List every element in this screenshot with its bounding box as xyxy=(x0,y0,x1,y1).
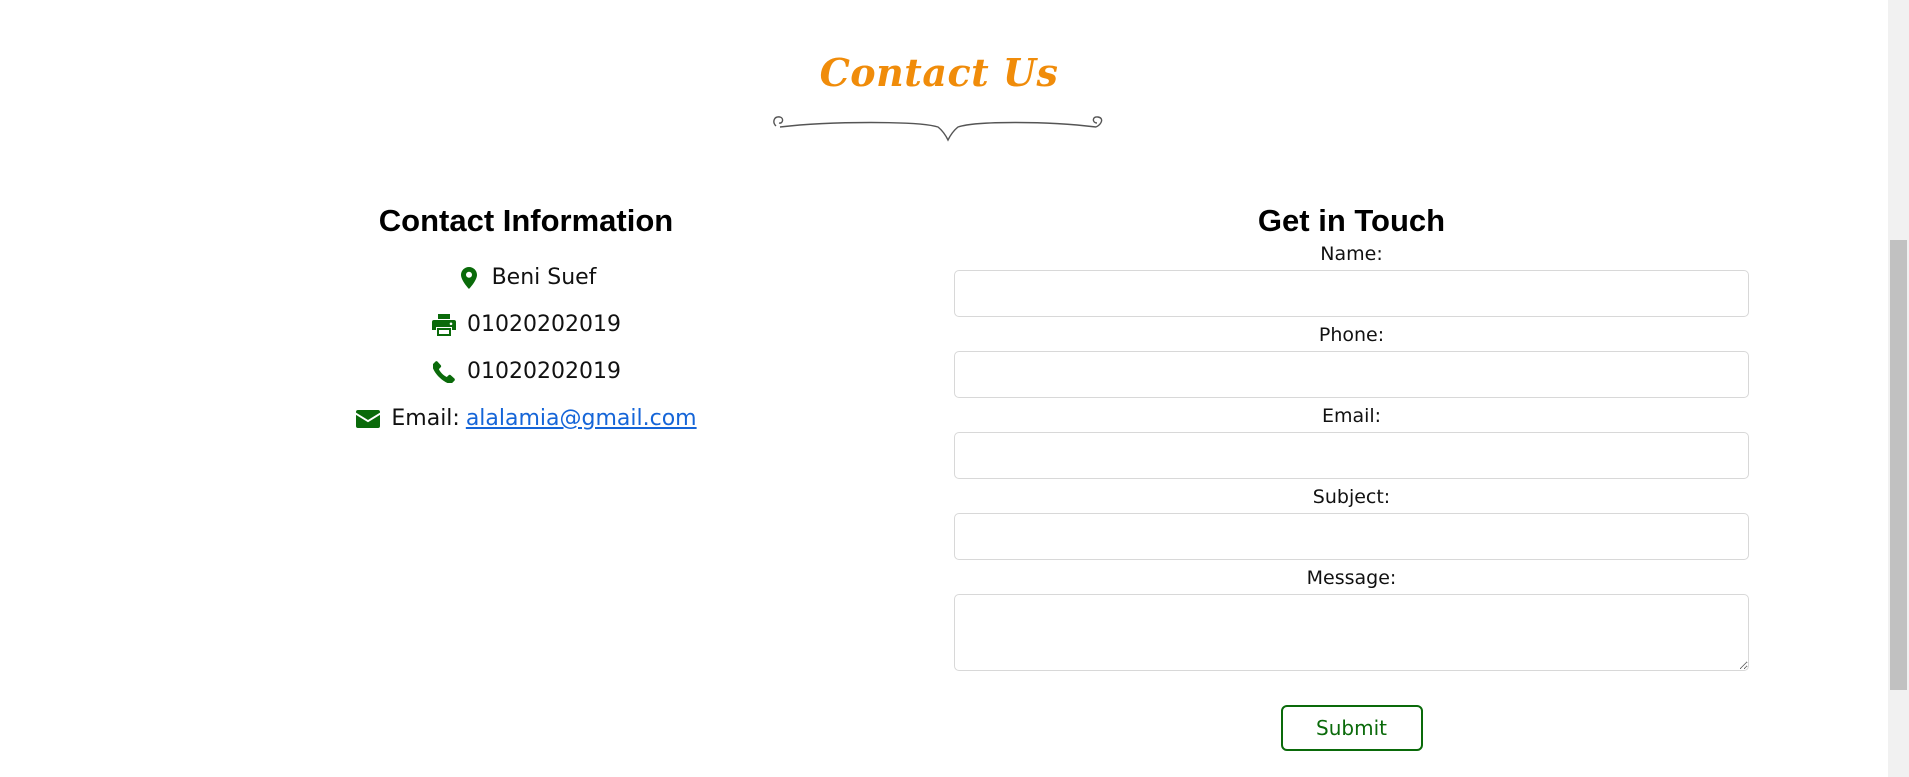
map-marker-icon xyxy=(456,265,482,291)
fax-item: 01020202019 xyxy=(320,301,732,348)
email-item: Email: alalamia@gmail.com xyxy=(320,395,732,442)
get-in-touch-heading: Get in Touch xyxy=(1257,203,1446,238)
email-label: Email: xyxy=(391,406,460,431)
subject-label: Subject: xyxy=(1312,486,1391,508)
phone-label: Phone: xyxy=(1318,324,1385,346)
fax-number-text: 01020202019 xyxy=(467,312,621,337)
contact-form: Name: Phone: Email: Subject: Message: Su… xyxy=(954,242,1749,751)
address-text: Beni Suef xyxy=(491,265,597,290)
submit-wrapper: Submit xyxy=(954,705,1749,751)
phone-item: 01020202019 xyxy=(320,348,732,395)
phone-number-text: 01020202019 xyxy=(467,359,621,384)
phone-icon xyxy=(431,359,457,385)
envelope-icon xyxy=(355,406,381,432)
name-field[interactable] xyxy=(954,270,1749,317)
get-in-touch-section: Get in Touch Name: Phone: Email: Subject… xyxy=(954,200,1749,751)
message-label: Message: xyxy=(1306,567,1397,589)
page-scrollbar[interactable] xyxy=(1888,0,1909,777)
contact-information-heading: Contact Information xyxy=(378,203,674,238)
section-title: Contact Us xyxy=(819,50,1059,95)
title-divider-ornament xyxy=(773,116,1103,142)
printer-icon xyxy=(431,312,457,338)
message-field[interactable] xyxy=(954,594,1749,671)
email-link[interactable]: alalamia@gmail.com xyxy=(466,406,697,431)
contact-info-list: Beni Suef 01020202019 01020202019 Email: xyxy=(320,254,732,442)
email-field-label: Email: xyxy=(1321,405,1382,427)
email-field[interactable] xyxy=(954,432,1749,479)
contact-page: Contact Us Contact Information Beni Suef… xyxy=(0,0,1909,777)
contact-information-section: Contact Information Beni Suef 0102020201… xyxy=(320,200,732,442)
subject-field[interactable] xyxy=(954,513,1749,560)
submit-button[interactable]: Submit xyxy=(1280,705,1423,751)
phone-field[interactable] xyxy=(954,351,1749,398)
name-label: Name: xyxy=(1320,243,1383,265)
scrollbar-thumb[interactable] xyxy=(1890,240,1907,690)
address-item: Beni Suef xyxy=(320,254,732,301)
